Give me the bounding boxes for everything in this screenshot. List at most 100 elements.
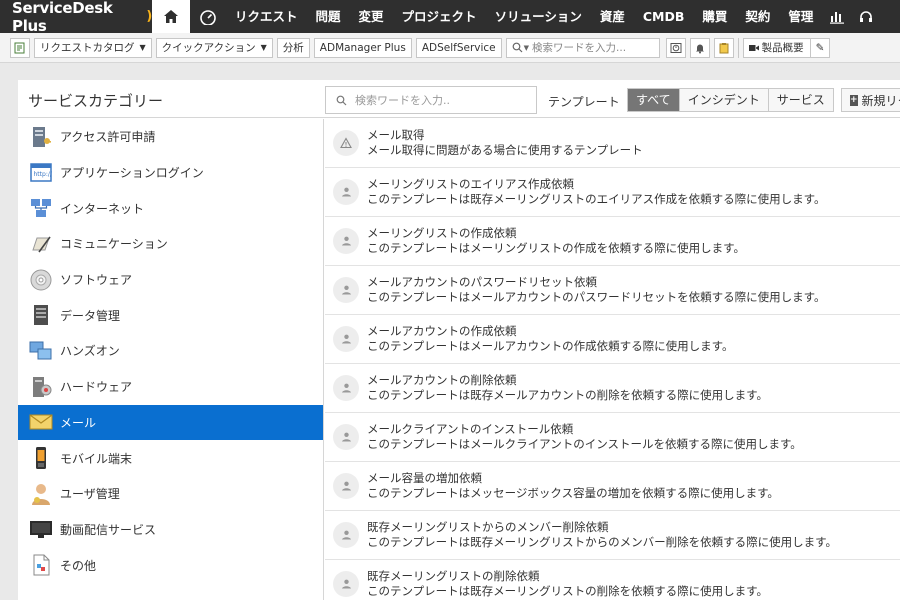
filter-incident[interactable]: インシデント xyxy=(679,89,769,111)
service-request-icon xyxy=(333,326,359,352)
category-label: メール xyxy=(60,415,97,430)
new-request-label: 新規リクエスト xyxy=(861,93,900,108)
reports-chart-icon[interactable] xyxy=(822,0,852,33)
template-name: メーリングリストのエイリアス作成依頼 xyxy=(367,177,574,191)
category-item-app-login[interactable]: http:// アプリケーションログイン xyxy=(18,155,323,191)
service-request-icon xyxy=(333,522,359,548)
category-item-mobile[interactable]: モバイル端末 xyxy=(18,440,323,476)
template-item[interactable]: メーリングリストのエイリアス作成依頼 このテンプレートは既存メーリングリストのエイ… xyxy=(325,168,900,217)
category-label: ユーザ管理 xyxy=(60,487,120,502)
filter-all[interactable]: すべて xyxy=(628,89,680,111)
cd-disc-icon xyxy=(28,267,54,293)
template-item[interactable]: メールアカウントの作成依頼 このテンプレートはメールアカウントの作成依頼する際に使… xyxy=(325,315,900,364)
nav-requests[interactable]: リクエスト xyxy=(226,0,307,33)
category-item-internet[interactable]: インターネット xyxy=(18,190,323,226)
template-description: このテンプレートはメーリングリストの作成を依頼する際に使用します。 xyxy=(367,241,746,255)
template-search-placeholder: 検索ワードを入力.. xyxy=(355,94,450,107)
category-label: アクセス許可申請 xyxy=(60,130,156,145)
adselfservice-button[interactable]: ADSelfService xyxy=(415,37,502,58)
filter-service[interactable]: サービス xyxy=(768,89,833,111)
template-name: 既存メーリングリストからのメンバー削除依頼 xyxy=(367,520,609,534)
template-name: メーリングリストの作成依頼 xyxy=(367,226,517,240)
nav-assets[interactable]: 資産 xyxy=(591,0,634,33)
template-description: このテンプレートはメールアカウントの作成依頼する際に使用します。 xyxy=(367,339,734,353)
template-item[interactable]: メール容量の増加依頼 このテンプレートはメッセージボックス容量の増加を依頼する際に… xyxy=(325,462,900,511)
video-camera-icon xyxy=(748,44,759,51)
product-overview-button[interactable]: 製品概要 ✎ xyxy=(742,37,831,58)
new-request-button[interactable]: + 新規リクエスト xyxy=(841,88,900,112)
nav-admin[interactable]: 管理 xyxy=(779,0,822,33)
nav-solutions[interactable]: ソリューション xyxy=(486,0,591,33)
clipboard-icon[interactable] xyxy=(713,37,734,58)
template-item[interactable]: 既存メーリングリストの削除依頼 このテンプレートは既存メーリングリストの削除を依頼… xyxy=(325,560,900,600)
monitor-icon xyxy=(28,516,54,542)
warning-icon xyxy=(333,130,359,156)
history-icon[interactable] xyxy=(665,37,686,58)
global-search-input[interactable]: ▼ 検索ワードを入力... xyxy=(505,37,660,58)
nav-changes[interactable]: 変更 xyxy=(350,0,393,33)
quick-action-label: クイックアクション xyxy=(161,41,256,54)
category-label: データ管理 xyxy=(60,308,121,323)
template-description: このテンプレートは既存メールアカウントの削除を依頼する際に使用します。 xyxy=(367,388,769,402)
notification-bell-icon[interactable] xyxy=(689,37,710,58)
category-list: アクセス許可申請 http:// アプリケーションログイン インターネット コミ… xyxy=(18,119,324,600)
svg-text:http://: http:// xyxy=(34,171,53,178)
category-item-other[interactable]: その他 xyxy=(18,547,323,583)
toolbar: リクエストカタログ ▼ クイックアクション ▼ 分析 ADManager Plu… xyxy=(0,33,900,63)
plus-icon: + xyxy=(850,94,858,106)
template-search-input[interactable]: 検索ワードを入力.. xyxy=(325,86,537,114)
support-headset-icon[interactable] xyxy=(852,0,880,33)
network-icon xyxy=(28,195,54,221)
category-label: モバイル端末 xyxy=(60,451,133,466)
category-label: 動画配信サービス xyxy=(60,522,157,537)
template-item[interactable]: メールアカウントのパスワードリセット依頼 このテンプレートはメールアカウントのパス… xyxy=(325,266,900,315)
category-item-user-management[interactable]: ユーザ管理 xyxy=(18,476,323,512)
request-catalog-button[interactable]: リクエストカタログ ▼ xyxy=(34,37,152,58)
dashboard-gauge-icon[interactable] xyxy=(190,0,226,33)
nav-problems[interactable]: 問題 xyxy=(307,0,350,33)
nav-contracts[interactable]: 契約 xyxy=(736,0,779,33)
service-catalog-panel: サービスカテゴリー 検索ワードを入力.. テンプレート すべて インシデント サ… xyxy=(18,80,900,600)
category-label: ハンズオン xyxy=(60,344,120,359)
template-item[interactable]: メールクライアントのインストール依頼 このテンプレートはメールクライアントのインス… xyxy=(325,413,900,462)
template-name: 既存メーリングリストの削除依頼 xyxy=(367,569,540,583)
template-name: メールアカウントの削除依頼 xyxy=(367,373,517,387)
user-icon xyxy=(28,481,54,507)
app-logo[interactable]: ServiceDesk Plus ) xyxy=(0,0,152,35)
service-request-icon xyxy=(333,571,359,597)
browser-window-icon: http:// xyxy=(28,160,54,186)
category-item-mail[interactable]: メール xyxy=(18,404,323,441)
new-request-icon[interactable] xyxy=(10,37,30,58)
template-item[interactable]: 既存メーリングリストからのメンバー削除依頼 このテンプレートは既存メーリングリスト… xyxy=(325,511,900,560)
nav-purchase[interactable]: 購買 xyxy=(693,0,736,33)
template-filter-label: テンプレート xyxy=(548,95,620,109)
category-item-video-streaming[interactable]: 動画配信サービス xyxy=(18,512,323,548)
category-item-hands-on[interactable]: ハンズオン xyxy=(18,333,323,369)
category-item-software[interactable]: ソフトウェア xyxy=(18,262,323,298)
analysis-button[interactable]: 分析 xyxy=(276,37,310,58)
category-label: ソフトウェア xyxy=(60,273,133,288)
template-item[interactable]: メールアカウントの削除依頼 このテンプレートは既存メールアカウントの削除を依頼する… xyxy=(325,364,900,413)
category-item-data-management[interactable]: データ管理 xyxy=(18,297,323,333)
template-description: このテンプレートは既存メーリングリストのエイリアス作成を依頼する際に使用します。 xyxy=(367,192,826,206)
logo-text: ServiceDesk Plus xyxy=(12,0,113,35)
category-item-access[interactable]: アクセス許可申請 xyxy=(18,119,323,155)
category-item-hardware[interactable]: ハードウェア xyxy=(18,369,323,405)
panel-header: サービスカテゴリー 検索ワードを入力.. テンプレート すべて インシデント サ… xyxy=(18,80,900,118)
template-item[interactable]: メーリングリストの作成依頼 このテンプレートはメーリングリストの作成を依頼する際に… xyxy=(325,217,900,266)
quick-action-button[interactable]: クイックアクション ▼ xyxy=(155,37,273,58)
nav-cmdb[interactable]: CMDB xyxy=(634,0,694,33)
template-description: このテンプレートは既存メーリングリストからのメンバー削除を依頼する際に使用します… xyxy=(367,535,837,549)
category-item-communication[interactable]: コミュニケーション xyxy=(18,226,323,262)
category-label: その他 xyxy=(60,558,97,573)
admanager-button[interactable]: ADManager Plus xyxy=(313,37,412,58)
template-name: メール取得 xyxy=(367,128,425,142)
template-item[interactable]: メール取得 メール取得に問題がある場合に使用するテンプレート xyxy=(325,119,900,168)
service-request-icon xyxy=(333,473,359,499)
nav-projects[interactable]: プロジェクト xyxy=(393,0,486,33)
top-navigation: ServiceDesk Plus ) リクエスト 問題 変更 プロジェクト ソリ… xyxy=(0,0,900,35)
pen-paper-icon xyxy=(28,231,54,257)
server-key-icon xyxy=(28,124,54,150)
hardware-tower-icon xyxy=(28,374,54,400)
home-icon[interactable] xyxy=(152,0,190,33)
